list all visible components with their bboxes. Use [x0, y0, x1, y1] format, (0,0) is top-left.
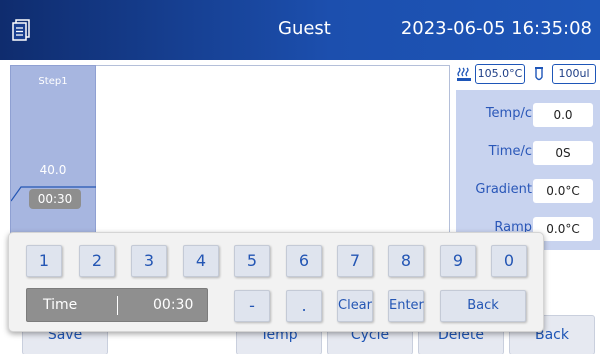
user-name: Guest: [278, 18, 331, 39]
param-time-per-cycle: Time/c 0S: [456, 138, 600, 168]
numeric-keypad: 1 2 3 4 5 6 7 8 9 0 Time 00:30 - . Clear…: [8, 232, 544, 332]
enter-button[interactable]: Enter: [388, 290, 424, 322]
decimal-key[interactable]: .: [286, 290, 322, 322]
step-label: Step1: [38, 76, 68, 87]
document-list-icon[interactable]: [12, 19, 30, 41]
param-temp-per-cycle: Temp/c 0.0: [456, 100, 600, 130]
param-value-field[interactable]: 0.0°C: [533, 179, 593, 203]
key-2[interactable]: 2: [79, 245, 115, 277]
time-entry-field[interactable]: Time 00:30: [26, 288, 208, 322]
field-divider: [117, 296, 118, 315]
time-field-value: 00:30: [153, 297, 194, 313]
param-gradient: Gradient 0.0°C: [456, 176, 600, 206]
step-1-column[interactable]: Step1 40.0 00:30: [10, 65, 97, 245]
minus-key[interactable]: -: [234, 290, 270, 322]
key-7[interactable]: 7: [337, 245, 373, 277]
status-row: 105.0°C 100ul: [456, 64, 600, 86]
key-0[interactable]: 0: [491, 245, 527, 277]
key-8[interactable]: 8: [388, 245, 424, 277]
key-1[interactable]: 1: [26, 245, 62, 277]
top-bar: Guest 2023-06-05 16:35:08: [0, 0, 600, 60]
program-graph-area: [96, 65, 450, 245]
keypad-back-button[interactable]: Back: [440, 290, 526, 322]
param-value-field[interactable]: 0S: [533, 141, 593, 165]
key-6[interactable]: 6: [286, 245, 322, 277]
clear-button[interactable]: Clear: [337, 290, 373, 322]
param-label: Temp/c: [485, 106, 532, 121]
heating-icon: [457, 67, 471, 81]
key-9[interactable]: 9: [440, 245, 476, 277]
param-value-field[interactable]: 0.0: [533, 103, 593, 127]
key-3[interactable]: 3: [131, 245, 167, 277]
tube-icon: [535, 67, 543, 81]
step-temperature[interactable]: 40.0: [11, 163, 95, 177]
key-4[interactable]: 4: [183, 245, 219, 277]
param-label: Gradient: [475, 182, 532, 197]
date-time: 2023-06-05 16:35:08: [400, 18, 592, 39]
step-parameters-panel: Temp/c 0.0 Time/c 0S Gradient 0.0°C Ramp…: [456, 90, 600, 250]
lid-temperature[interactable]: 105.0°C: [475, 64, 525, 84]
key-5[interactable]: 5: [234, 245, 270, 277]
step-time[interactable]: 00:30: [29, 189, 81, 209]
time-field-label: Time: [43, 297, 78, 313]
param-label: Time/c: [488, 144, 532, 159]
sample-volume[interactable]: 100ul: [552, 64, 596, 84]
